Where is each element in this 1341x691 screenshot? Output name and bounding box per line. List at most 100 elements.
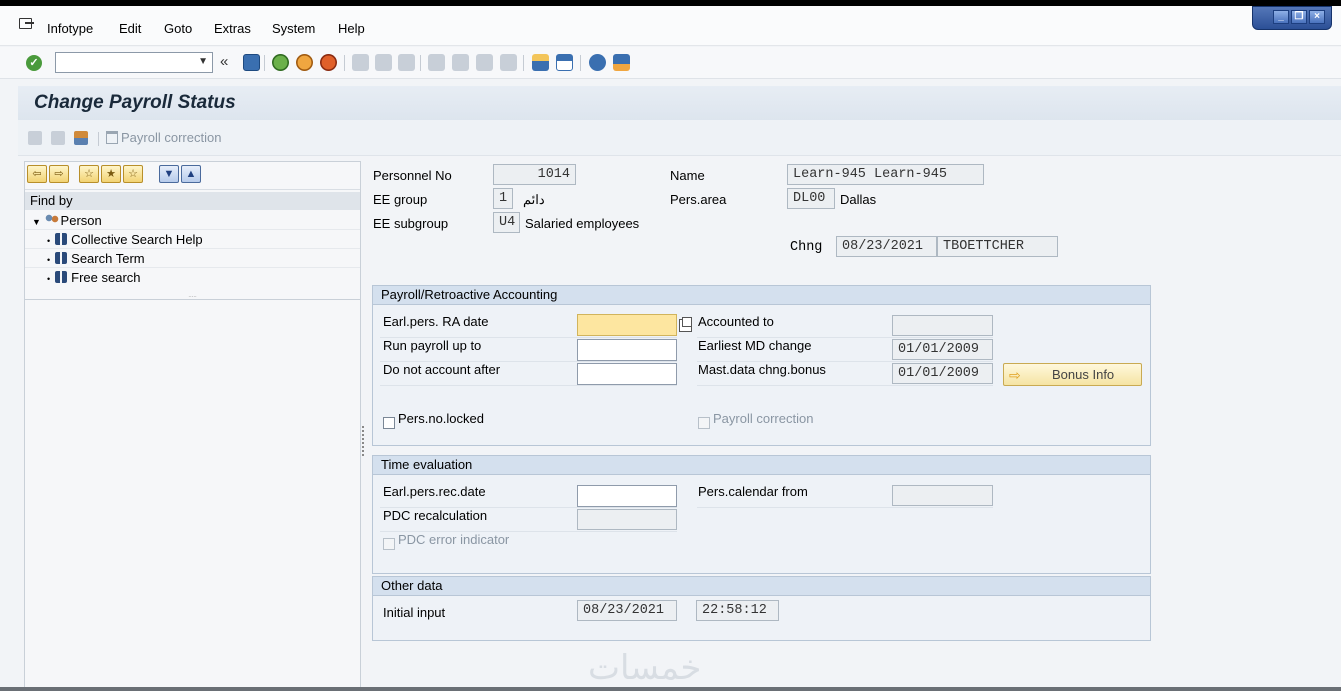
- accounted-to-label: Accounted to: [698, 314, 774, 329]
- enter-check-icon[interactable]: ✓: [26, 55, 42, 71]
- earliest-md-field: 01/01/2009: [892, 339, 993, 360]
- pers-no-locked-checkbox[interactable]: [383, 417, 395, 429]
- binoculars-icon: [55, 271, 68, 283]
- title-bar: Change Payroll Status: [18, 86, 1341, 120]
- window-controls: _ ❐ ×: [1252, 6, 1332, 30]
- command-field[interactable]: ▼: [55, 52, 213, 73]
- row-divider: [380, 385, 677, 386]
- find-next-icon: [398, 54, 415, 71]
- watermark-logo: خمسات: [588, 648, 702, 688]
- payroll-retro-header: Payroll/Retroactive Accounting: [373, 286, 1150, 305]
- earl-rec-input[interactable]: [577, 485, 677, 507]
- collapse-arrows-icon[interactable]: «: [220, 53, 228, 70]
- expand-icon[interactable]: ▼: [159, 165, 179, 183]
- pers-calendar-field: [892, 485, 993, 506]
- payroll-correction-button[interactable]: Payroll correction: [106, 130, 221, 145]
- dropdown-icon[interactable]: ▼: [198, 56, 208, 67]
- pers-area-label: Pers.area: [670, 192, 727, 207]
- separator: [98, 132, 99, 146]
- run-payroll-input[interactable]: [577, 339, 677, 361]
- person-icon[interactable]: [74, 131, 88, 145]
- trash-icon: [106, 131, 118, 144]
- print-icon: [352, 54, 369, 71]
- previous-page-icon: [452, 54, 469, 71]
- bonus-info-button[interactable]: ⇨ Bonus Info: [1003, 363, 1142, 386]
- vertical-splitter[interactable]: [362, 426, 365, 456]
- payroll-correction-checkbox: [698, 417, 710, 429]
- separator: [580, 55, 581, 71]
- save-icon[interactable]: [243, 54, 260, 71]
- favorite-add-icon[interactable]: ☆: [79, 165, 99, 183]
- expand-triangle-icon[interactable]: ▼: [32, 217, 41, 227]
- tree-item-free-search[interactable]: • Free search: [25, 269, 360, 287]
- status-bar-edge: [0, 687, 1341, 691]
- help-icon[interactable]: [589, 54, 606, 71]
- menu-system[interactable]: System: [272, 21, 315, 36]
- menu-goto[interactable]: Goto: [164, 21, 192, 36]
- pers-no-locked-label: Pers.no.locked: [398, 411, 484, 426]
- object-manager-panel: ⇦ ⇨ ☆ ★ ☆ ▼ ▲ Find by ▼ Person • Collecti…: [24, 161, 361, 691]
- personnel-no-label: Personnel No: [373, 168, 452, 183]
- earl-rec-label: Earl.pers.rec.date: [383, 484, 486, 499]
- chng-user-field: TBOETTCHER: [937, 236, 1058, 257]
- overview-icon[interactable]: [28, 131, 42, 145]
- separator: [420, 55, 421, 71]
- pers-calendar-label: Pers.calendar from: [698, 484, 808, 499]
- favorite-icon[interactable]: ★: [101, 165, 121, 183]
- binoculars-icon: [55, 233, 68, 245]
- earliest-md-label: Earliest MD change: [698, 338, 812, 353]
- mast-bonus-label: Mast.data chng.bonus: [698, 362, 826, 377]
- chng-date-field: 08/23/2021: [836, 236, 937, 257]
- menu-edit[interactable]: Edit: [119, 21, 141, 36]
- ee-group-text: دائم: [523, 192, 545, 207]
- tree-item-collective-search[interactable]: • Collective Search Help: [25, 231, 360, 249]
- new-session-icon[interactable]: [532, 54, 549, 71]
- collective-search-label: Collective Search Help: [71, 232, 203, 247]
- favorite-remove-icon[interactable]: ☆: [123, 165, 143, 183]
- next-page-icon: [476, 54, 493, 71]
- ee-subgroup-code: U4: [493, 212, 520, 233]
- separator: [344, 55, 345, 71]
- shortcut-icon[interactable]: [556, 54, 573, 71]
- exit-icon[interactable]: [296, 54, 313, 71]
- minimize-icon[interactable]: _: [1273, 10, 1289, 24]
- tree-node-person[interactable]: ▼ Person: [25, 212, 360, 230]
- application-toolbar: Payroll correction: [18, 120, 1341, 156]
- layout-menu-icon[interactable]: [613, 54, 630, 71]
- menu-extras[interactable]: Extras: [214, 21, 251, 36]
- accounted-to-field: [892, 315, 993, 336]
- earl-ra-input[interactable]: [577, 314, 677, 336]
- run-payroll-label: Run payroll up to: [383, 338, 482, 353]
- mast-bonus-field: 01/01/2009: [892, 363, 993, 384]
- chng-label: Chng: [790, 240, 823, 255]
- back-arrow-icon[interactable]: ⇦: [27, 165, 47, 183]
- not-account-after-input[interactable]: [577, 363, 677, 385]
- menu-exit-icon[interactable]: [19, 18, 34, 29]
- document-icon[interactable]: [51, 131, 65, 145]
- cancel-icon[interactable]: [320, 54, 337, 71]
- personnel-no-field[interactable]: 1014: [493, 164, 576, 185]
- pdc-error-checkbox: [383, 538, 395, 550]
- panel-splitter[interactable]: .....: [25, 293, 360, 300]
- earl-ra-label: Earl.pers. RA date: [383, 314, 489, 329]
- menu-help[interactable]: Help: [338, 21, 365, 36]
- separator: [523, 55, 524, 71]
- value-help-icon[interactable]: [679, 317, 692, 332]
- pers-area-text: Dallas: [840, 192, 877, 207]
- initial-date-field: 08/23/2021: [577, 600, 677, 621]
- row-divider: [697, 385, 993, 386]
- tree-item-search-term[interactable]: • Search Term: [25, 250, 360, 268]
- restore-icon[interactable]: ❐: [1291, 10, 1307, 24]
- collapse-icon[interactable]: ▲: [181, 165, 201, 183]
- bullet: •: [47, 274, 51, 284]
- initial-input-label: Initial input: [383, 605, 446, 620]
- menu-infotype[interactable]: Infotype: [47, 21, 93, 36]
- row-divider: [697, 507, 993, 508]
- back-icon[interactable]: [272, 54, 289, 71]
- separator: [264, 55, 265, 71]
- not-account-after-label: Do not account after: [383, 362, 501, 377]
- forward-arrow-icon[interactable]: ⇨: [49, 165, 69, 183]
- pdc-recalc-field: [577, 509, 677, 530]
- close-icon[interactable]: ×: [1309, 10, 1325, 24]
- sap-window: Infotype Edit Goto Extras System Help _ …: [0, 6, 1341, 691]
